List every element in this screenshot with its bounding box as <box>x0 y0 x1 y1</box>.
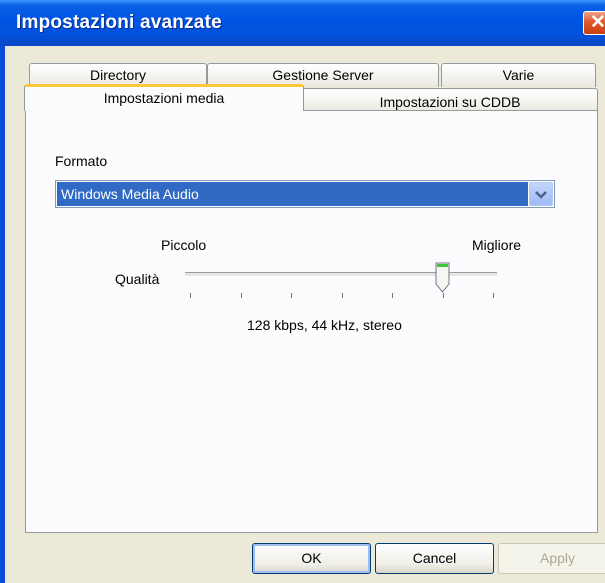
slider-tick <box>342 293 343 298</box>
format-label: Formato <box>55 153 108 169</box>
slider-tick <box>493 293 494 298</box>
slider-tick <box>291 293 292 298</box>
quality-label: Qualità <box>115 271 160 287</box>
ok-button[interactable]: OK <box>252 543 371 574</box>
quality-min-label: Piccolo <box>161 237 207 253</box>
dialog-window: Impostazioni avanzate ✕ Directory Gestio… <box>0 0 605 583</box>
slider-tick <box>190 293 191 298</box>
quality-max-label: Migliore <box>472 237 522 253</box>
slider-tick <box>241 293 242 298</box>
apply-button[interactable]: Apply <box>498 543 605 574</box>
chevron-down-icon <box>535 191 547 199</box>
quality-description: 128 kbps, 44 kHz, stereo <box>247 317 402 333</box>
dropdown-button[interactable] <box>529 182 553 206</box>
quality-slider-thumb[interactable] <box>435 262 450 294</box>
format-select[interactable]: Windows Media Audio <box>55 180 555 208</box>
slider-tick <box>392 293 393 298</box>
cancel-button[interactable]: Cancel <box>375 543 494 574</box>
quality-slider-track[interactable] <box>185 272 497 277</box>
format-select-value: Windows Media Audio <box>57 182 528 206</box>
